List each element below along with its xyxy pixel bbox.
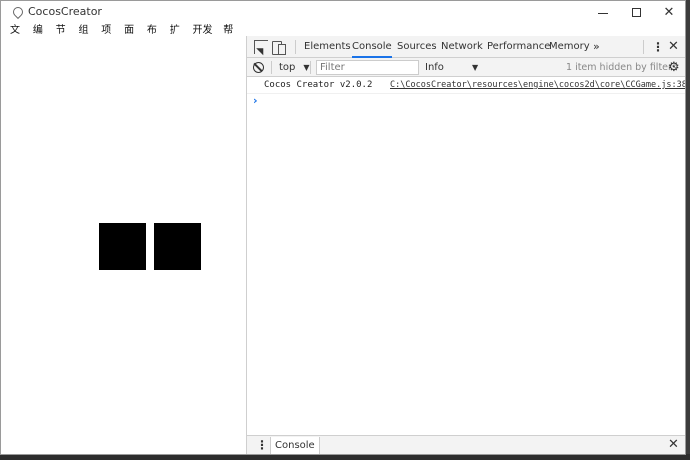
divider [310,61,311,74]
black-square-left [99,223,146,270]
hidden-items-text: 1 item hidden by filters [566,62,677,73]
menu-project[interactable]: 项目 [101,23,117,52]
tab-elements[interactable]: Elements [304,36,351,58]
maximize-icon [631,7,641,17]
menu-bar: 文件 编辑 节点 组件 项目 面板 布局 扩展 开发者 帮助 [1,23,246,52]
menu-component[interactable]: 组件 [78,23,94,52]
menu-layout[interactable]: 布局 [147,23,163,52]
menu-extension[interactable]: 扩展 [170,23,186,52]
context-value: top [279,62,296,73]
caret-down-icon: ▼ [303,63,310,72]
close-button[interactable]: ✕ [652,1,685,23]
console-drawer: ⋮ Console ✕ [247,435,685,454]
console-message: Cocos Creator v2.0.2 C:\CocosCreator\res… [247,78,685,94]
devtools-panel: Elements Console Sources Network Perform… [246,36,685,454]
tab-sources[interactable]: Sources [397,36,437,58]
devtools-tab-bar: Elements Console Sources Network Perform… [247,36,685,58]
tab-performance[interactable]: Performance [487,36,550,58]
log-level-select[interactable]: Info ▼ [425,60,478,75]
devtools-close-icon[interactable]: ✕ [668,36,679,58]
minimize-button[interactable] [586,1,620,23]
drawer-close-icon[interactable]: ✕ [668,437,679,452]
inspect-icon[interactable] [254,40,268,54]
console-prompt[interactable]: › [253,94,258,107]
caret-down-icon: ▼ [471,63,479,72]
kebab-menu-icon[interactable]: ⋮ [652,36,664,58]
clear-console-icon[interactable] [253,62,264,73]
tab-memory[interactable]: Memory [549,36,590,58]
divider [295,40,296,54]
game-preview[interactable] [1,39,246,454]
console-toolbar: top ▼ Info ▼ 1 item hidden by filters ⚙ [247,58,685,77]
menu-panel[interactable]: 面板 [124,23,140,52]
filter-input[interactable] [316,60,419,75]
more-tabs-button[interactable]: » [593,36,600,57]
divider [643,40,644,54]
context-select[interactable]: top ▼ [279,60,310,75]
menu-node[interactable]: 节点 [56,23,72,52]
menu-edit[interactable]: 编辑 [33,23,49,52]
drawer-menu-icon[interactable]: ⋮ [256,438,268,452]
black-square-right [154,223,201,270]
cocos-icon [10,4,26,20]
menu-developer[interactable]: 开发者 [193,23,217,52]
log-level-value: Info [425,62,444,73]
maximize-button[interactable] [619,1,653,23]
message-text: Cocos Creator v2.0.2 [264,80,373,90]
menu-file[interactable]: 文件 [10,23,26,52]
message-source-link[interactable]: C:\CocosCreator\resources\engine\cocos2d… [390,80,685,90]
title-bar: CocosCreator ✕ [1,1,685,23]
device-toolbar-icon[interactable] [272,40,286,55]
tab-console[interactable]: Console [352,36,392,58]
tab-network[interactable]: Network [441,36,483,58]
minimize-icon [598,12,608,14]
drawer-tab-console[interactable]: Console [270,437,320,454]
app-window: CocosCreator ✕ 文件 编辑 节点 组件 项目 面板 布局 扩展 开… [0,0,686,455]
gear-icon[interactable]: ⚙ [668,60,680,75]
close-icon: ✕ [663,4,675,20]
window-title: CocosCreator [28,5,102,18]
divider [271,61,272,74]
menu-help[interactable]: 帮助 [223,23,239,52]
